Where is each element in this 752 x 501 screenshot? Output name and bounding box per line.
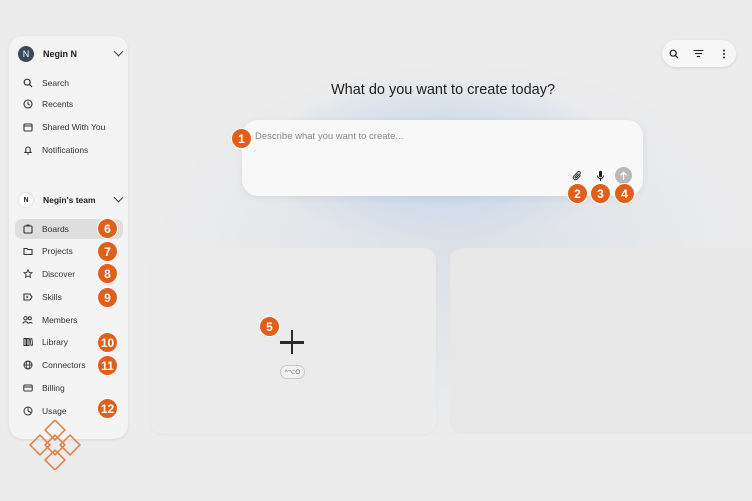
annotation-badge: 4 xyxy=(614,183,635,204)
annotation-badge: 9 xyxy=(97,287,118,308)
sidebar-item-label: Usage xyxy=(42,406,67,416)
gauge-icon xyxy=(22,406,33,417)
annotation-badge: 5 xyxy=(259,316,280,337)
sidebar-item-label: Discover xyxy=(42,269,76,279)
sidebar-item-notifications[interactable]: Notifications xyxy=(15,140,123,160)
sidebar-item-label: Notifications xyxy=(42,145,89,155)
new-board-card[interactable]: ^⌥O xyxy=(150,248,436,434)
sidebar-item-label: Shared With You xyxy=(42,122,106,132)
annotation-badge: 10 xyxy=(97,332,118,353)
microphone-icon[interactable] xyxy=(593,169,607,183)
sidebar-item-label: Projects xyxy=(42,246,73,256)
members-icon xyxy=(22,315,33,326)
team-name: Negin's team xyxy=(43,195,96,205)
sidebar-item-label: Connectors xyxy=(42,360,86,370)
chevron-down-icon xyxy=(113,46,124,57)
sidebar-item-label: Recents xyxy=(42,99,74,109)
skills-icon xyxy=(22,292,33,303)
send-button[interactable] xyxy=(615,167,632,184)
paperclip-icon[interactable] xyxy=(570,169,584,183)
team-switcher[interactable]: N Negin's team xyxy=(18,191,124,209)
annotation-badge: 7 xyxy=(97,241,118,262)
sidebar-item-billing[interactable]: Billing xyxy=(15,378,123,398)
filter-icon[interactable] xyxy=(691,46,707,62)
annotation-badge: 3 xyxy=(590,183,611,204)
annotation-badge: 11 xyxy=(97,355,118,376)
sidebar-item-search[interactable]: Search xyxy=(15,73,123,93)
sidebar-item-label: Search xyxy=(42,78,69,88)
sidebar-item-label: Billing xyxy=(42,383,65,393)
top-toolbar xyxy=(662,40,736,67)
library-icon xyxy=(22,337,33,348)
card-icon xyxy=(22,383,33,394)
search-icon[interactable] xyxy=(666,46,682,62)
sidebar-item-recents[interactable]: Recents xyxy=(15,94,123,114)
folder-icon xyxy=(22,246,33,257)
bell-icon xyxy=(22,145,33,156)
inbox-icon xyxy=(22,122,33,133)
team-avatar: N xyxy=(18,192,34,208)
more-options-icon[interactable] xyxy=(716,46,732,62)
avatar: N xyxy=(18,46,34,62)
sidebar-item-label: Library xyxy=(42,337,68,347)
board-card-placeholder xyxy=(450,248,752,434)
annotation-badge: 2 xyxy=(567,183,588,204)
sidebar-item-members[interactable]: Members xyxy=(15,310,123,330)
sidebar-item-label: Boards xyxy=(42,224,69,234)
sidebar-item-label: Skills xyxy=(42,292,62,302)
clock-icon xyxy=(22,99,33,110)
chevron-down-icon xyxy=(113,192,124,203)
annotation-badge: 12 xyxy=(97,398,118,419)
annotation-badge: 1 xyxy=(231,128,252,149)
board-icon xyxy=(22,224,33,235)
prompt-input[interactable] xyxy=(255,131,555,142)
annotation-badge: 6 xyxy=(97,218,118,239)
sidebar-item-label: Members xyxy=(42,315,78,325)
user-name: Negin N xyxy=(43,49,78,59)
watermark-logo-icon xyxy=(28,420,82,470)
user-switcher[interactable]: N Negin N xyxy=(18,45,124,63)
search-icon xyxy=(22,78,33,89)
keyboard-shortcut-hint: ^⌥O xyxy=(280,365,305,379)
globe-icon xyxy=(22,360,33,371)
page-title: What do you want to create today? xyxy=(330,82,556,98)
sidebar-item-shared[interactable]: Shared With You xyxy=(15,117,123,137)
annotation-badge: 8 xyxy=(97,263,118,284)
star-icon xyxy=(22,269,33,280)
